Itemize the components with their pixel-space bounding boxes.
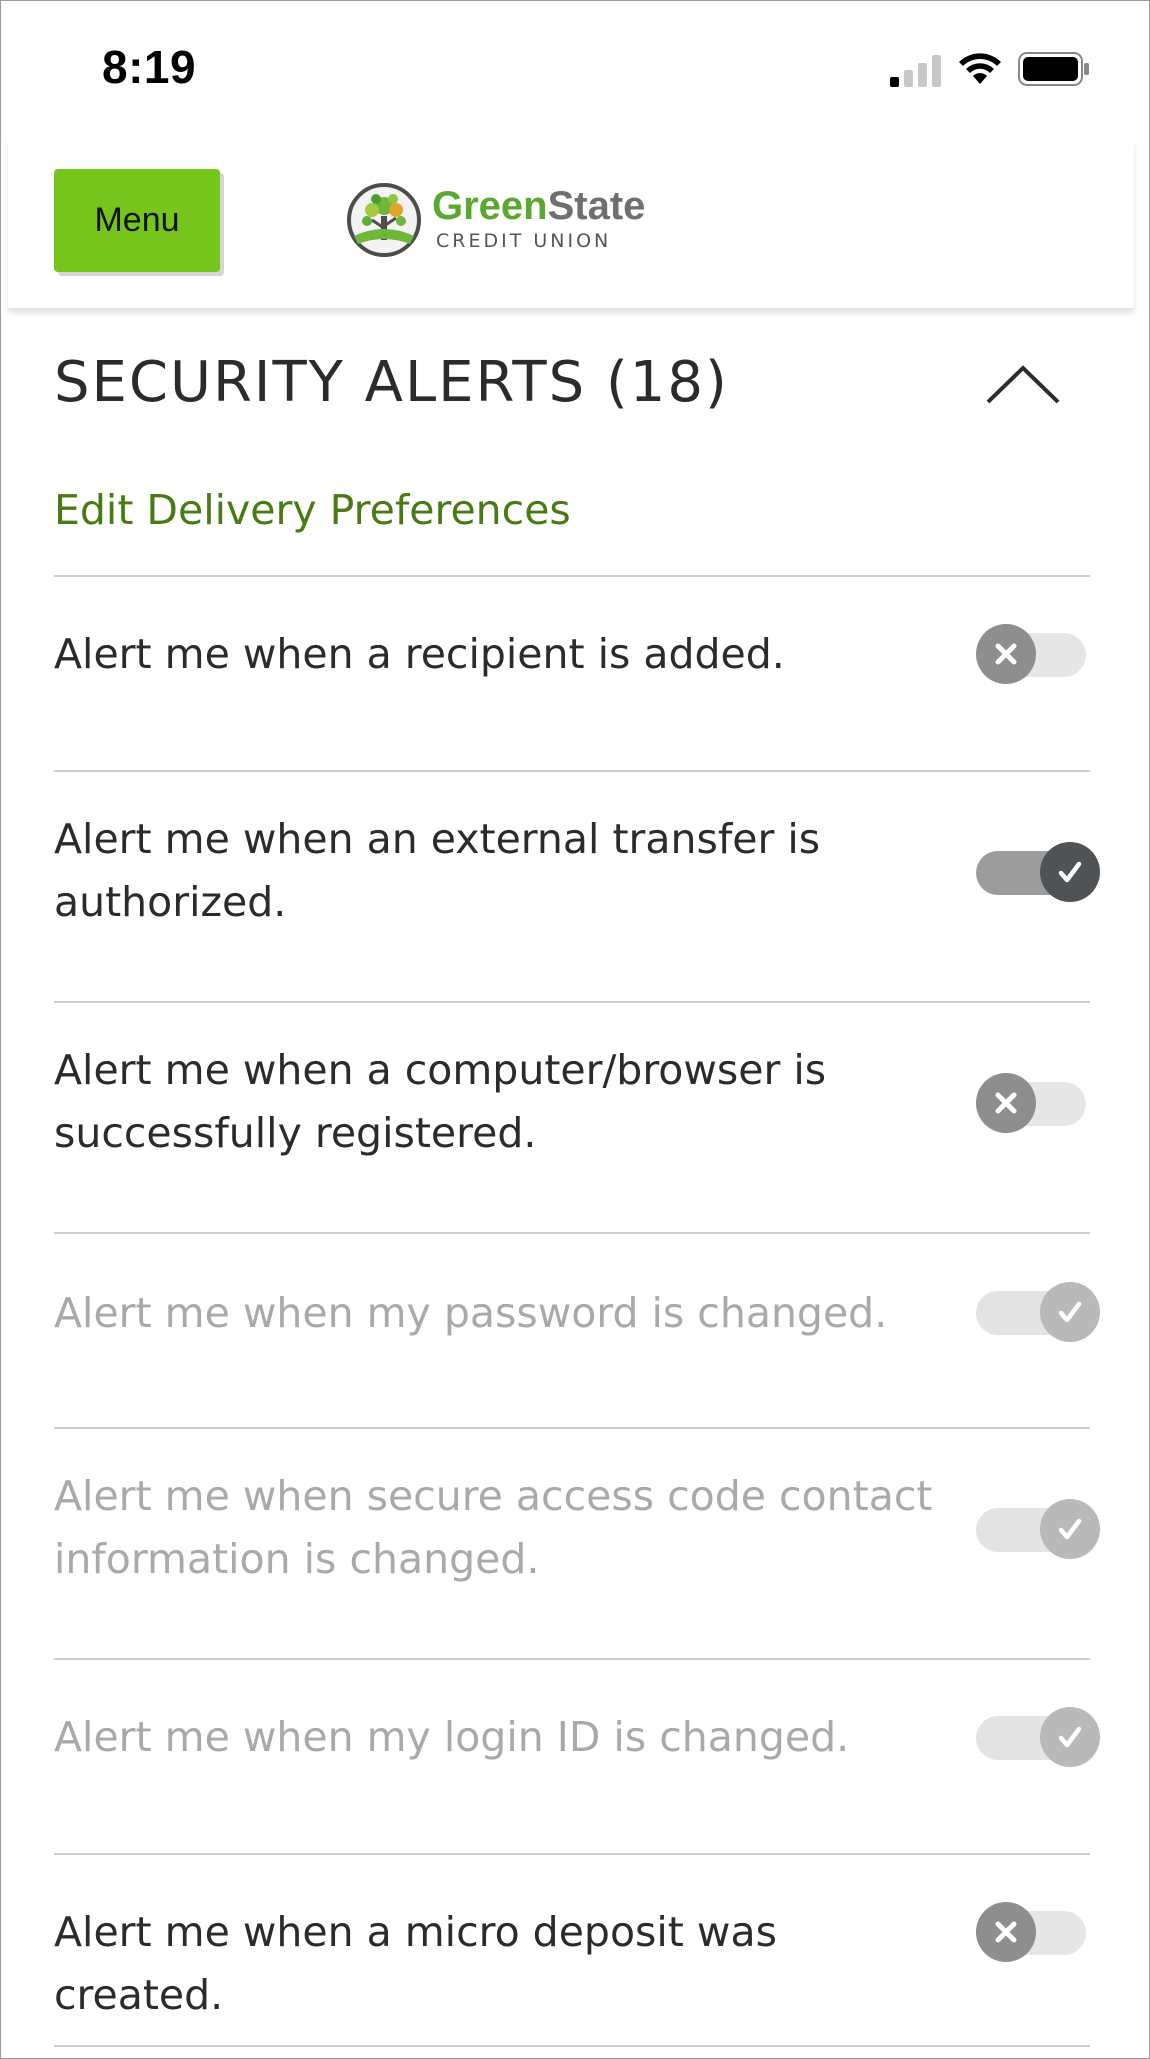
tree-logo-icon xyxy=(347,183,421,257)
alert-toggle[interactable] xyxy=(976,1073,1086,1135)
toggle-knob xyxy=(1040,1499,1100,1559)
alert-text: Alert me when a micro deposit was create… xyxy=(54,1908,777,2019)
alert-row: Alert me when a recipient is added. xyxy=(54,575,1090,772)
toggle-knob xyxy=(1040,1282,1100,1342)
checkmark-icon xyxy=(1058,1301,1082,1323)
logo-subtitle: CREDIT UNION xyxy=(436,230,612,252)
status-time: 8:19 xyxy=(102,41,197,93)
alert-row: Alert me when a micro deposit was create… xyxy=(54,1853,1090,2050)
cellular-signal-icon xyxy=(890,55,941,87)
logo-name-gray: State xyxy=(547,184,646,228)
toggle-knob xyxy=(976,1902,1036,1962)
alert-toggle[interactable] xyxy=(976,842,1100,904)
checkmark-icon xyxy=(1058,1518,1082,1540)
toggle-knob xyxy=(976,1073,1036,1133)
alert-text: Alert me when a computer/browser is succ… xyxy=(54,1046,827,1157)
close-icon xyxy=(995,643,1017,665)
logo-wordmark: GreenState xyxy=(432,184,645,229)
close-icon xyxy=(995,1921,1017,1943)
edit-delivery-preferences-link[interactable]: Edit Delivery Preferences xyxy=(54,486,571,534)
app-header: Menu GreenState CREDIT UNION xyxy=(8,140,1134,309)
wifi-icon xyxy=(959,53,1001,84)
alert-text: Alert me when a recipient is added. xyxy=(54,630,785,678)
checkmark-icon xyxy=(1058,861,1082,883)
alert-toggle[interactable] xyxy=(976,624,1086,686)
toggle-knob xyxy=(1040,1707,1100,1767)
alert-row: Alert me when an external transfer is au… xyxy=(54,770,1100,1003)
toggle-knob xyxy=(1040,842,1100,902)
list-divider xyxy=(54,2045,1090,2057)
alert-toggle[interactable] xyxy=(976,1902,1086,1964)
checkmark-icon xyxy=(1058,1726,1082,1748)
alert-toggle xyxy=(976,1499,1100,1561)
battery-icon xyxy=(1018,52,1089,86)
chevron-up-icon[interactable] xyxy=(980,350,1066,420)
alert-toggle xyxy=(976,1707,1100,1769)
close-icon xyxy=(995,1092,1017,1114)
alert-text: Alert me when an external transfer is au… xyxy=(54,815,821,926)
menu-button[interactable]: Menu xyxy=(54,169,220,272)
alert-text: Alert me when secure access code contact… xyxy=(54,1472,933,1583)
alert-row: Alert me when a computer/browser is succ… xyxy=(54,1001,1090,1234)
greenstate-logo[interactable]: GreenState CREDIT UNION xyxy=(346,180,645,262)
status-bar: 8:19 xyxy=(0,0,1150,140)
alert-row: Alert me when my password is changed. xyxy=(54,1232,1100,1429)
alert-text: Alert me when my login ID is changed. xyxy=(54,1713,850,1761)
section-title: SECURITY ALERTS (18) xyxy=(54,350,729,415)
alert-row: Alert me when my login ID is changed. xyxy=(54,1658,1100,1855)
alert-text: Alert me when my password is changed. xyxy=(54,1289,888,1337)
alert-toggle xyxy=(976,1282,1100,1344)
toggle-knob xyxy=(976,624,1036,684)
alert-row: Alert me when secure access code contact… xyxy=(54,1427,1100,1660)
logo-name-green: Green xyxy=(432,184,548,228)
